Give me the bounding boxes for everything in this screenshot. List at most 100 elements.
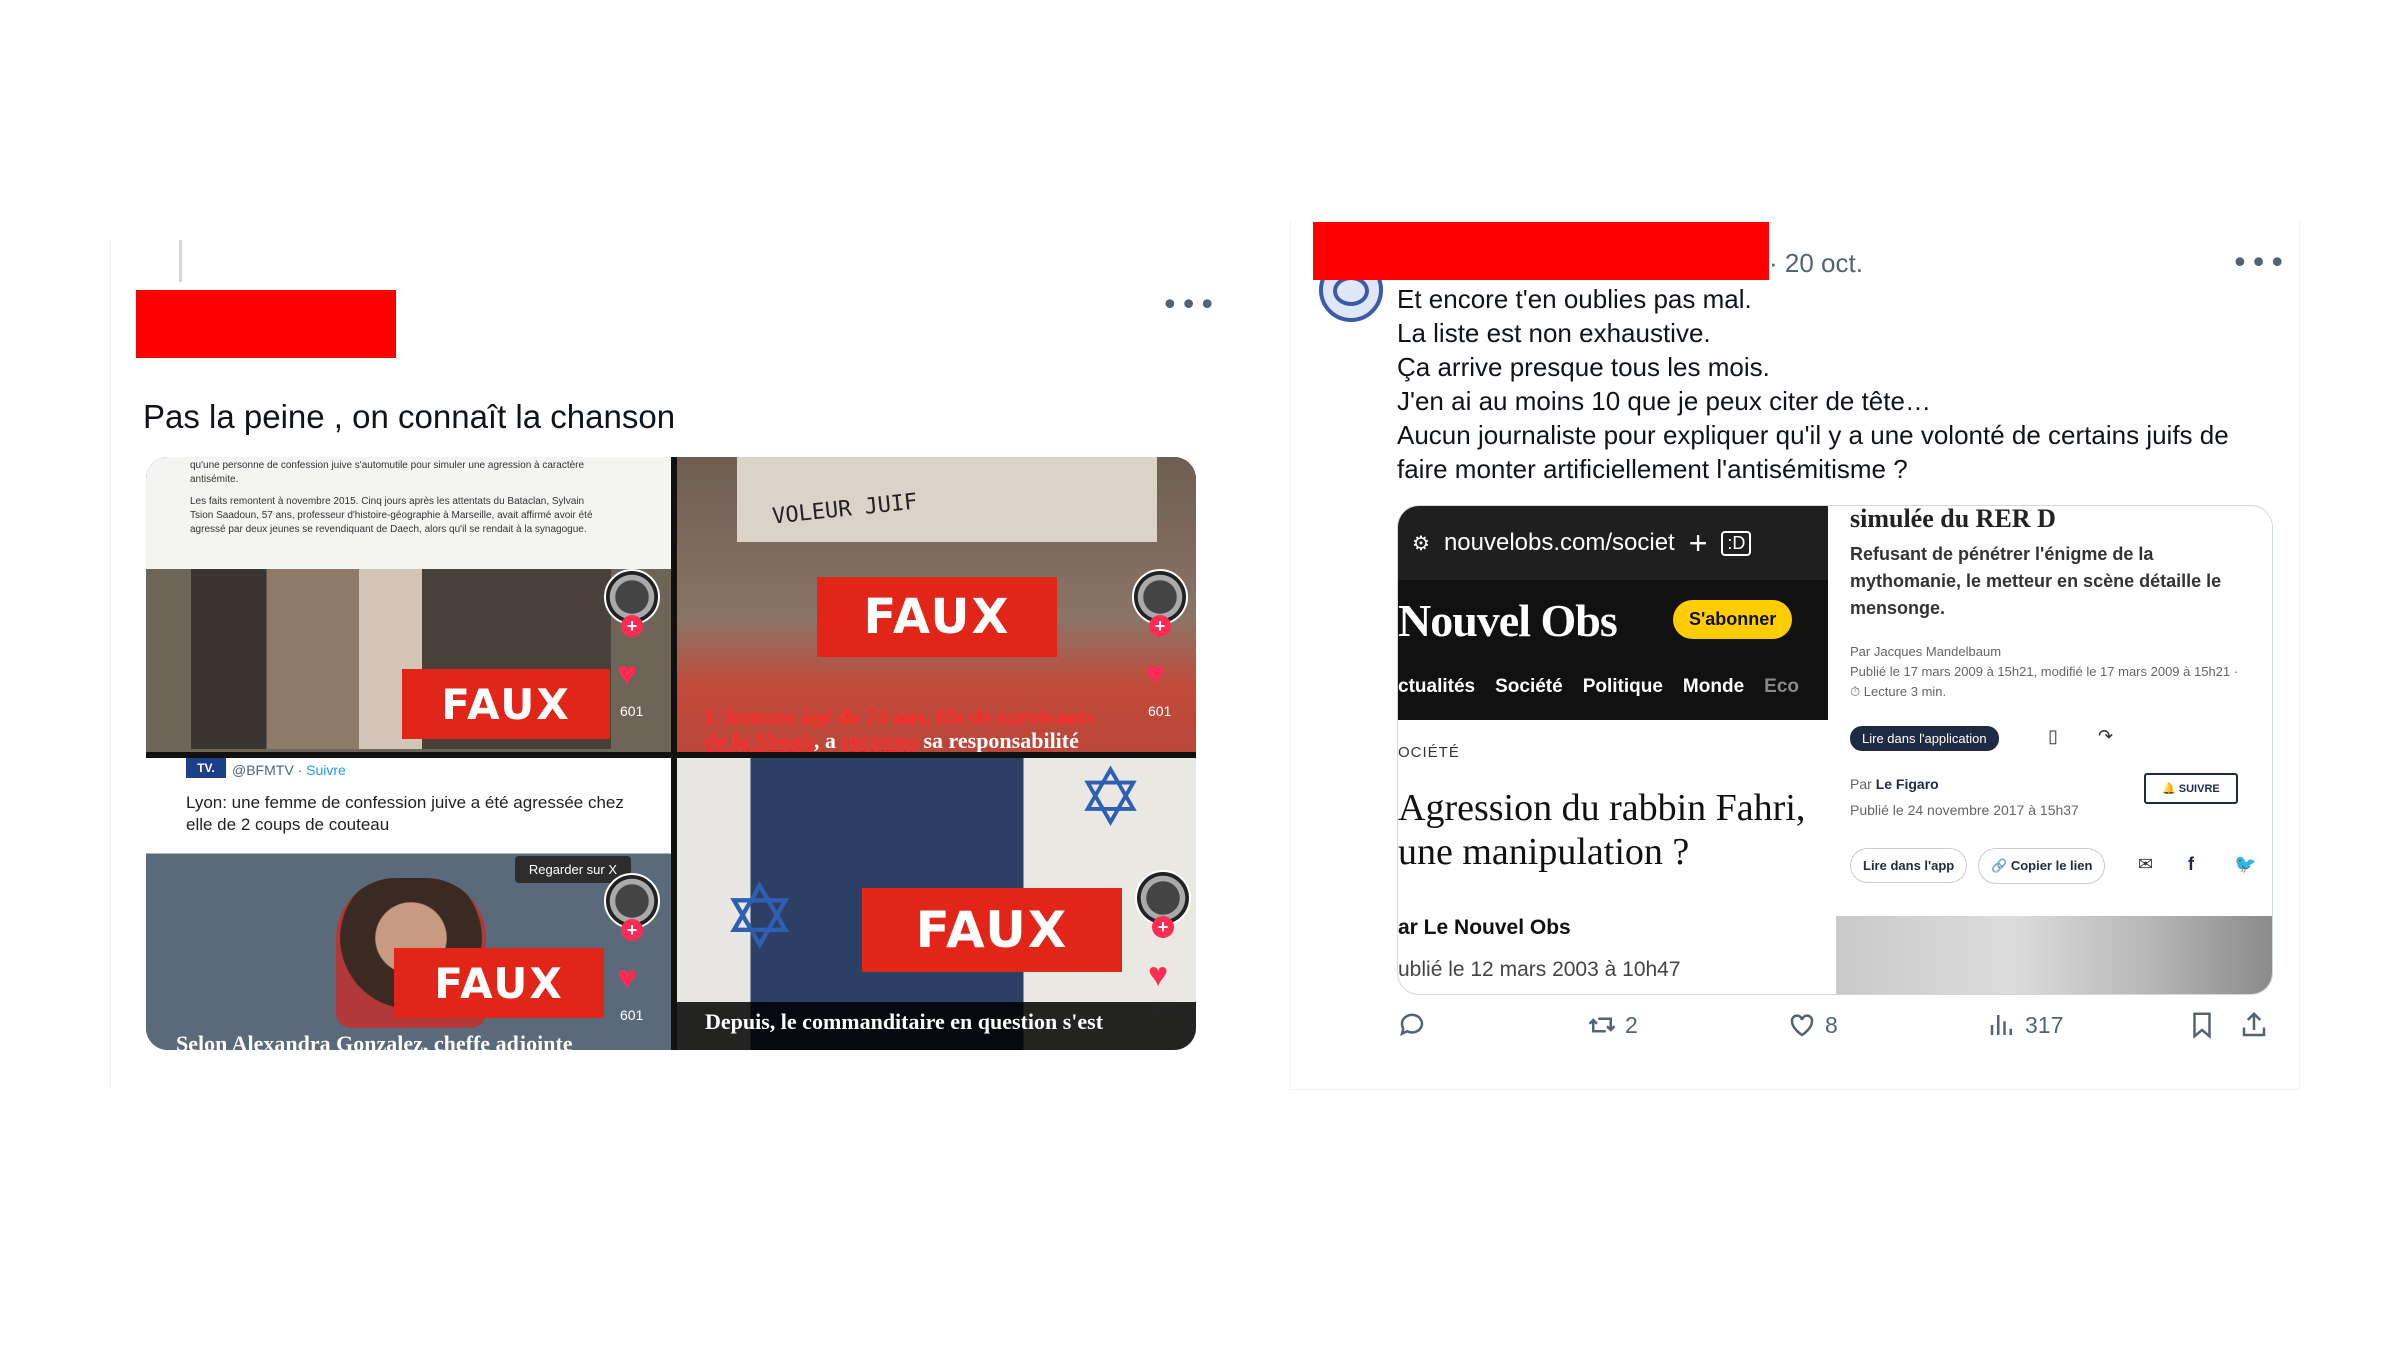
faux-badge: FAUX [817,577,1057,657]
caption-fragment: de la Shoah [705,728,814,753]
follow-link[interactable]: Suivre [306,762,346,778]
facebook-icon: f [2188,854,2194,874]
faux-badge: FAUX [394,948,604,1018]
retweet-count: 2 [1625,1011,1638,1038]
caption-line: de la Shoah, a reconnu sa responsabilité [705,728,1196,753]
article-date: ublié le 12 mars 2003 à 10h47 [1398,958,1681,981]
reply-button[interactable] [1397,1010,1427,1040]
follow-plus-icon[interactable]: + [1152,916,1174,938]
figaro-title: simulée du RER D [1850,505,2056,533]
tweet-action-bar: 2 8 317 [1397,1010,2277,1054]
site-nav: ctualités Société Politique Monde Eco [1398,676,1799,698]
headline-line: Agression du rabbin Fahri, [1398,787,1806,829]
video-caption: Depuis, le commanditaire en question s'e… [705,1009,1104,1034]
bell-icon: 🔔 [2162,783,2179,795]
image-cell-4[interactable]: ✡ ✡ FAUX + ♥ 601 Depuis, le commanditair… [677,758,1196,1050]
figaro-subtitle: Refusant de pénétrer l'énigme de la myth… [1850,544,2222,618]
nav-item: ctualités [1398,676,1476,697]
bookmark-icon: ▯ [2048,726,2058,746]
caption-fragment: sa responsabilité [917,728,1079,753]
mail-icon: ✉ [2138,854,2154,874]
browser-address-bar: ⚙ nouvelobs.com/societ + :D [1398,506,1828,580]
caption-fragment: reconnu [841,728,918,753]
twitter-icon: 🐦 [2234,854,2257,874]
heart-icon[interactable]: ♥ [1148,958,1168,992]
heart-icon[interactable]: ♥ [1145,657,1165,691]
copy-link-label: Copier le lien [2010,858,2093,873]
like-count: 601 [620,703,644,719]
faux-badge: FAUX [862,888,1122,972]
tweet-image-grid[interactable]: qu'une personne de confession juive s'au… [146,457,1196,1050]
video-caption: Selon Alexandra Gonzalez, cheffe adjoint… [176,1031,573,1051]
excerpt-line: Tsion Saadoun, 57 ans, professeur d'hist… [190,510,593,521]
follow-button: 🔔 SUIVRE [2144,773,2238,804]
link-icon: 🔗 [1991,858,2011,873]
source-row: @BFMTV · Suivre [232,762,346,778]
figaro-author: Par Jacques Mandelbaum [1850,644,2002,659]
figaro-date-text: Publié le 17 mars 2009 à 15h21, modifié … [1850,664,2239,679]
retweet-button[interactable]: 2 [1587,1010,1638,1040]
read-app-button: Lire dans l'app [1850,848,1968,883]
read-in-app-button: Lire dans l'application [1850,726,1999,751]
star-of-david-graffiti: ✡ [722,865,798,970]
nouvelobs-logo: Nouvel Obs [1398,595,1618,646]
like-button[interactable]: 8 [1787,1010,1838,1040]
share-icon: ↷ [2098,726,2114,746]
follow-plus-icon[interactable]: + [621,919,643,941]
follow-plus-icon[interactable]: + [1149,615,1171,637]
excerpt-line: agressé par deux jeunes se revendiquant … [190,524,587,535]
tweet-text: Pas la peine , on connaît la chanson [143,398,676,435]
reply-icon [1400,1013,1424,1037]
image-cell-3[interactable]: TV. @BFMTV · Suivre Lyon: une femme de c… [146,758,671,1050]
follow-label: SUIVRE [2178,783,2220,795]
more-dots-icon[interactable]: ••• [2231,249,2287,279]
excerpt-line: antisémite. [190,474,239,485]
analytics-icon [1990,1015,2012,1035]
site-settings-icon: ⚙ [1412,532,1430,555]
copy-link-button: 🔗 Copier le lien [1978,848,2106,884]
embedded-headline: Lyon: une femme de confession juive a ét… [186,793,624,834]
follow-plus-icon[interactable]: + [621,615,643,637]
nav-item: Monde [1682,676,1745,697]
tweet-line: J'en ai au moins 10 que je peux citer de… [1397,386,1931,416]
bfmtv-logo: TV. [186,758,226,778]
share-icon [2242,1011,2266,1037]
heart-icon [1790,1014,1814,1037]
tweet-image-embed[interactable]: ⚙ nouvelobs.com/societ + :D Nouvel Obs S… [1397,505,2273,995]
share-button[interactable] [2239,1010,2269,1040]
views-button[interactable]: 317 [1987,1010,2063,1040]
new-tab-icon: + [1688,524,1708,561]
url-text: nouvelobs.com/societ [1443,529,1675,556]
bookmark-icon [2193,1012,2211,1039]
figaro-source: Par Le Figaro [1850,774,1939,794]
tweet-line: Et encore t'en oublies pas mal. [1397,284,1752,314]
tweet-date[interactable]: · 20 oct. [1769,248,1863,279]
source-handle: @BFMTV · [232,762,307,778]
more-dots-icon[interactable]: ••• [1161,291,1217,321]
right-tweet-card[interactable]: · 20 oct. ••• Et encore t'en oublies pas… [1290,220,2300,1090]
redacted-user-name [1313,222,1769,280]
heart-icon[interactable]: ♥ [617,961,637,995]
image-cell-1[interactable]: qu'une personne de confession juive s'au… [146,457,671,752]
heart-icon[interactable]: ♥ [617,657,637,691]
nav-item: Politique [1582,676,1663,697]
vandalized-facade [737,457,1157,542]
article-byline: ar Le Nouvel Obs [1398,916,1571,939]
tweet-line: Ça arrive presque tous les mois. [1397,352,1770,382]
view-count: 317 [2025,1011,2064,1038]
street-photo [1836,916,2272,994]
video-caption: L'homme âgé de 74 ans, fils de survivant… [705,705,1196,753]
article-headline: Agression du rabbin Fahri, une manipulat… [1398,786,1838,874]
image-cell-2[interactable]: VOLEUR JUIF FAUX + ♥ 601 L'homme âgé de … [677,457,1196,752]
bookmark-button[interactable] [2187,1010,2217,1040]
nouvelobs-header: Nouvel Obs S'abonner ctualités Société P… [1398,580,1828,720]
tweet-line: La liste est non exhaustive. [1397,318,1711,348]
left-tweet-card[interactable]: ••• Pas la peine , on connaît la chanson… [110,240,1230,1090]
headline-line: une manipulation ? [1398,831,1690,873]
star-of-david-graffiti: ✡ [1077,758,1145,844]
like-count: 8 [1825,1011,1838,1038]
redacted-user-name [136,290,396,358]
subscribe-button: S'abonner [1673,600,1793,639]
read-time: Lecture 3 min. [1863,684,1947,699]
source-name: Le Figaro [1875,776,1939,792]
